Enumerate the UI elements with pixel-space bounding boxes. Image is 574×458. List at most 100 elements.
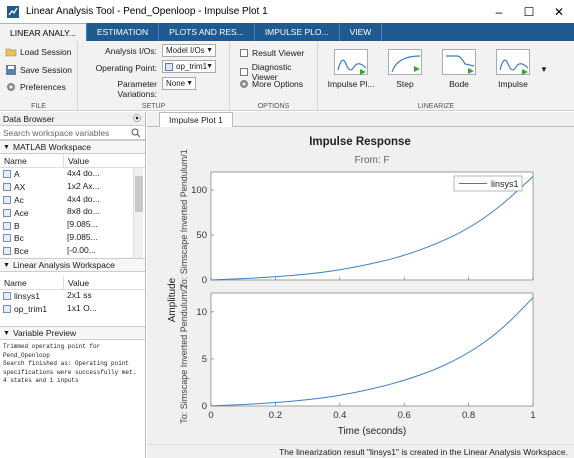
ss-model-icon [3, 292, 11, 301]
table-row[interactable]: Ace 8x8 do... [0, 206, 145, 219]
row-value: 4x4 do... [67, 168, 100, 178]
operating-point-icon [3, 305, 11, 314]
ribbon-expand-icon[interactable]: ▼ [540, 65, 548, 74]
op-point-icon [165, 63, 173, 71]
preferences-label: Preferences [20, 82, 66, 92]
status-bar: The linearization result "linsys1" is cr… [147, 444, 574, 458]
x-tick-label: 0.6 [398, 410, 411, 421]
gear-icon [240, 80, 248, 88]
y-tick-label: 10 [196, 307, 207, 318]
more-options-button[interactable]: More Options [239, 79, 303, 89]
load-session-label: Load Session [20, 47, 72, 57]
impulse-icon [496, 49, 530, 75]
y-tick-label: 100 [191, 185, 207, 196]
table-row[interactable]: B [9.085... [0, 219, 145, 232]
checkbox-icon [240, 49, 248, 57]
row-name: Bc [14, 233, 24, 244]
step-plot-icon [388, 49, 422, 75]
variable-preview-text: Trimmed operating point for Pend_Openloo… [3, 343, 137, 384]
row-value: 4x4 do... [67, 193, 100, 204]
ribbon-tabstrip: LINEAR ANALY... ESTIMATION PLOTS AND RES… [0, 23, 574, 41]
load-session-button[interactable]: Load Session [5, 46, 72, 58]
tab-impulse-plot[interactable]: IMPULSE PLO... [255, 23, 340, 41]
tab-linear-analysis[interactable]: LINEAR ANALY... [0, 23, 87, 41]
parameter-variations-dropdown[interactable]: None ▼ [162, 77, 196, 90]
chevron-down-icon: ▼ [186, 80, 193, 87]
matlab-ws-table-header: Name Value [0, 154, 145, 168]
minimize-button[interactable]: – [484, 0, 514, 23]
matlab-workspace-header[interactable]: ▼ MATLAB Workspace [0, 140, 145, 154]
x-axis-label: Time (seconds) [338, 426, 407, 437]
step-button[interactable]: Step [380, 47, 430, 97]
tab-view[interactable]: VIEW [340, 23, 383, 41]
impulse-button[interactable]: Impulse [488, 47, 538, 97]
bode-button[interactable]: Bode [434, 47, 484, 97]
row-name: Ace [14, 207, 29, 218]
impulse-response-chart[interactable]: Impulse Response From: F Amplitude To: S… [147, 127, 574, 444]
folder-icon [5, 48, 17, 57]
matrix-icon [3, 170, 11, 179]
save-icon [6, 65, 16, 75]
save-session-label: Save Session [20, 65, 72, 75]
linearize-group: Impulse Pl... Step Bode Impulse ▼ LINEAR… [318, 41, 554, 111]
data-browser-header: Data Browser ⦿ [0, 112, 145, 126]
bode-plot-icon [442, 49, 476, 75]
result-viewer-checkbox[interactable]: Result Viewer [240, 48, 304, 58]
table-row[interactable]: AX 1x2 Ax... [0, 181, 145, 194]
table-row[interactable]: linsys1 2x1 ss [0, 290, 145, 303]
parameter-variations-value: None [166, 79, 186, 88]
close-button[interactable]: ✕ [544, 0, 574, 23]
impulse-plot-label: Impulse Pl... [327, 79, 375, 89]
linear-workspace-header[interactable]: ▼ Linear Analysis Workspace [0, 258, 145, 272]
save-session-button[interactable]: Save Session [5, 64, 72, 76]
preferences-button[interactable]: Preferences [5, 81, 66, 93]
matrix-icon [3, 208, 11, 217]
triangle-down-icon: ▼ [3, 143, 10, 151]
chevron-down-icon: ▼ [206, 63, 213, 70]
bode-label: Bode [449, 79, 469, 89]
col-value[interactable]: Value [64, 276, 130, 289]
analysis-ios-dropdown[interactable]: Model I/Os ▼ [162, 44, 216, 57]
chart-title: Impulse Response [309, 136, 411, 148]
tab-plots-and-results[interactable]: PLOTS AND RES... [159, 23, 255, 41]
analysis-ios-value: Model I/Os [166, 46, 205, 55]
impulse-label: Impulse [498, 79, 528, 89]
checkbox-icon [240, 68, 248, 76]
table-row[interactable]: op_trim1 1x1 O... [0, 303, 145, 316]
search-input[interactable]: Search workspace variables [0, 126, 145, 140]
triangle-down-icon: ▼ [3, 261, 10, 269]
tab-estimation[interactable]: ESTIMATION [87, 23, 160, 41]
axes-bottom: 0 5 10 0 0.2 0.4 0.6 0.8 1 [196, 292, 536, 421]
legend[interactable]: linsys1 [453, 175, 523, 192]
setup-group-label: SETUP [141, 103, 166, 110]
row-label-bottom: To: Simscape Inverted Pendulum/2 [179, 284, 189, 424]
data-browser-panel: Data Browser ⦿ Search workspace variable… [0, 112, 146, 458]
col-name[interactable]: Name [0, 154, 64, 167]
scrollbar[interactable] [133, 168, 143, 258]
col-value[interactable]: Value [64, 154, 130, 167]
maximize-button[interactable]: ☐ [514, 0, 544, 23]
table-row[interactable]: Bc [9.085... [0, 232, 145, 245]
y-tick-label: 5 [202, 354, 207, 365]
window-title: Linear Analysis Tool - Pend_Openloop - I… [26, 6, 268, 17]
table-row[interactable]: Ac 4x4 do... [0, 194, 145, 207]
chevron-down-icon: ▼ [206, 47, 213, 54]
file-group-label: FILE [31, 103, 46, 110]
linear-ws-rows: linsys1 2x1 ss op_trim1 1x1 O... [0, 290, 145, 326]
row-value: [9.085... [67, 219, 98, 230]
options-group: Result Viewer Diagnostic Viewer More Opt… [230, 41, 318, 111]
matrix-icon [3, 221, 11, 230]
variable-preview-header[interactable]: ▼ Variable Preview [0, 326, 145, 340]
tab-impulse-plot-1[interactable]: Impulse Plot 1 [159, 112, 233, 127]
table-row[interactable]: A 4x4 do... [0, 168, 145, 181]
row-label-top: To: Simscape Inverted Pendulum/1 [179, 149, 189, 289]
operating-point-dropdown[interactable]: op_trim1 ▼ [162, 60, 216, 73]
row-value: 1x1 O... [67, 302, 97, 313]
col-name[interactable]: Name [0, 276, 64, 289]
ribbon: Load Session Save Session Preferences FI… [0, 41, 574, 111]
setup-group: Analysis I/Os: Model I/Os ▼ Operating Po… [78, 41, 230, 111]
impulse-plot-button[interactable]: Impulse Pl... [326, 47, 376, 97]
panel-menu-icon[interactable]: ⦿ [133, 113, 141, 124]
row-name: AX [14, 182, 26, 193]
table-row[interactable]: Bce [-0.00... [0, 245, 145, 258]
